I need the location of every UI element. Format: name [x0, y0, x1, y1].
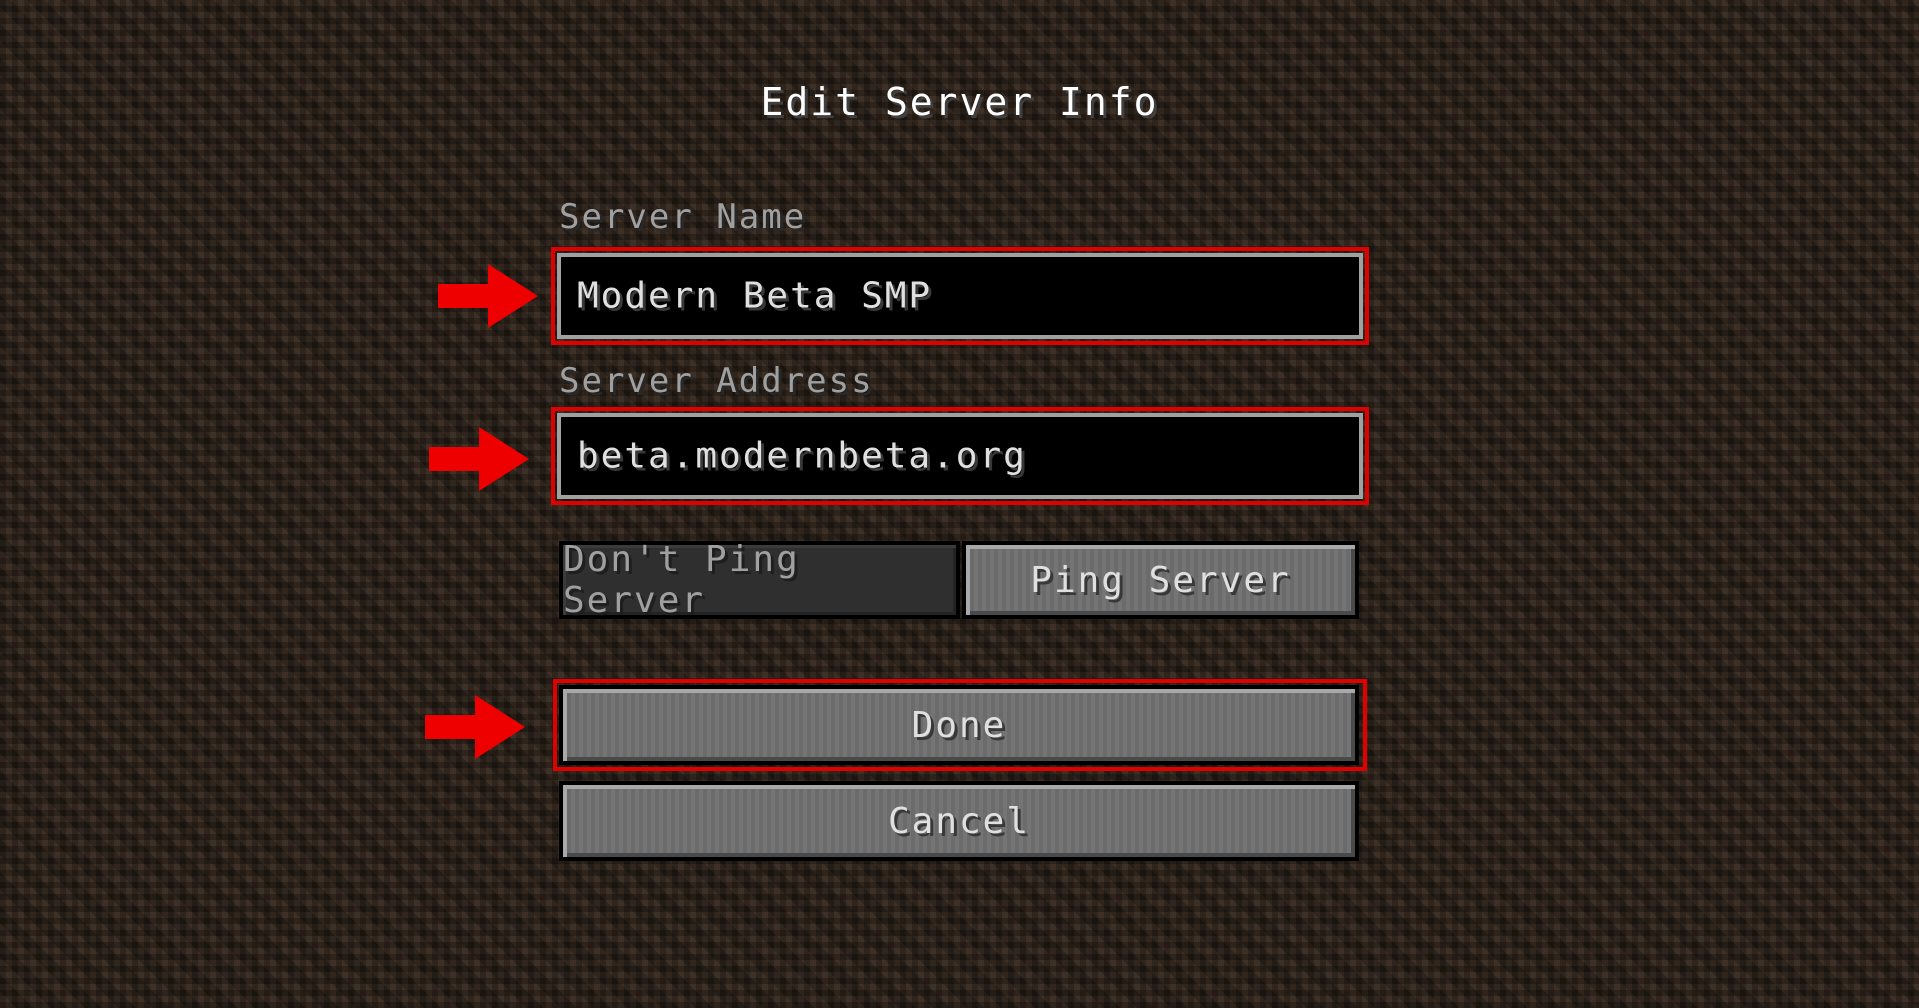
ping-server-button[interactable]: Ping Server	[962, 541, 1359, 619]
dont-ping-server-button[interactable]: Don't Ping Server	[559, 539, 960, 621]
server-address-label: Server Address	[559, 361, 874, 401]
red-arrow-icon	[425, 695, 525, 759]
red-arrow-icon	[429, 427, 529, 491]
red-arrow-icon	[438, 264, 538, 328]
server-address-value: beta.modernbeta.org	[577, 435, 1027, 477]
server-name-value: Modern Beta SMP	[577, 275, 933, 317]
done-button[interactable]: Done	[559, 685, 1359, 765]
server-name-label: Server Name	[559, 197, 807, 237]
screen-title: Edit Server Info	[760, 80, 1159, 124]
server-name-input[interactable]: Modern Beta SMP	[557, 253, 1363, 339]
cancel-button[interactable]: Cancel	[559, 781, 1359, 861]
server-address-input[interactable]: beta.modernbeta.org	[557, 413, 1363, 499]
